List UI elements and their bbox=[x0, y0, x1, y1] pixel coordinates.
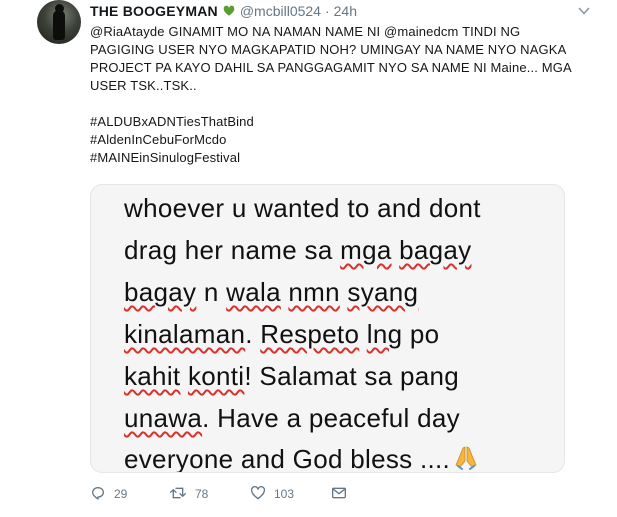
media-text-line: whoever u wanted to and dont bbox=[124, 193, 481, 224]
avatar[interactable] bbox=[37, 0, 81, 44]
user-handle[interactable]: @mcbill0524 bbox=[240, 3, 321, 19]
separator-dot: · bbox=[324, 3, 330, 19]
media-text-line: drag her name sa mga bagay bbox=[124, 235, 471, 266]
timestamp[interactable]: 24h bbox=[334, 3, 357, 19]
tweet-text: @RiaAtayde GINAMIT MO NA NAMAN NAME NI @… bbox=[90, 23, 590, 167]
display-name[interactable]: THE BOOGEYMAN bbox=[90, 3, 218, 19]
media-text-segment: ! Salamat sa pang bbox=[244, 361, 460, 391]
misspelled-word: wala bbox=[226, 277, 281, 307]
media-text-segment: drag her name sa bbox=[124, 235, 341, 265]
misspelled-word: bagay bbox=[399, 235, 472, 265]
reply-count: 29 bbox=[114, 487, 128, 501]
retweet-button[interactable]: 78 bbox=[169, 485, 208, 504]
misspelled-word: lng bbox=[366, 319, 403, 349]
media-text-line: kahit konti! Salamat sa pang bbox=[124, 361, 459, 392]
misspelled-word: konti bbox=[187, 361, 245, 391]
tweet-text-line: PROJECT PA KAYO DAHIL SA PANGGAGAMIT NYO… bbox=[90, 60, 572, 75]
media-text-segment: whoever u wanted to and dont bbox=[124, 193, 481, 223]
misspelled-word: mga bbox=[340, 235, 392, 265]
tweet-text-line: USER TSK..TSK.. bbox=[90, 78, 197, 93]
media-text-segment: . bbox=[245, 319, 261, 349]
tweet: THE BOOGEYMAN @mcbill0524 · 24h @RiaAtay… bbox=[0, 0, 617, 517]
media-text-segment bbox=[392, 235, 400, 265]
green-heart-icon bbox=[223, 5, 235, 17]
hashtag-link[interactable]: #AldenInCebuForMcdo bbox=[90, 131, 590, 149]
media-text-segment: everyone and God bless .... bbox=[124, 444, 451, 473]
heart-icon bbox=[250, 485, 266, 504]
retweet-count: 78 bbox=[195, 487, 209, 501]
tweet-text-line: PAGIGING USER NYO MAGKAPATID NOH? UMINGA… bbox=[90, 42, 567, 57]
retweet-icon bbox=[169, 485, 187, 504]
hashtag-link[interactable]: #ALDUBxADNTiesThatBind bbox=[90, 113, 590, 131]
media-text-line: bagay n wala nmn syang bbox=[124, 277, 418, 308]
chevron-down-icon[interactable] bbox=[577, 4, 591, 18]
avatar-figure-body bbox=[53, 10, 65, 40]
media-text-line: kinalaman. Respeto lng po bbox=[124, 319, 439, 350]
direct-message-button[interactable] bbox=[331, 485, 347, 504]
misspelled-word: kinalaman bbox=[124, 319, 246, 349]
reply-button[interactable]: 29 bbox=[90, 485, 127, 504]
media-text-line: everyone and God bless .... bbox=[124, 443, 480, 473]
misspelled-word: unawa bbox=[124, 403, 203, 433]
tweet-media-image[interactable]: whoever u wanted to and dont drag her nam… bbox=[90, 184, 565, 473]
media-text-segment: po bbox=[402, 319, 440, 349]
misspelled-word: Respeto bbox=[260, 319, 360, 349]
praying-hands-icon bbox=[452, 443, 480, 472]
like-button[interactable]: 103 bbox=[250, 485, 294, 504]
misspelled-word: bagay bbox=[124, 277, 197, 307]
media-text-segment bbox=[359, 319, 367, 349]
media-text-segment: n bbox=[196, 277, 227, 307]
misspelled-word: nmn bbox=[288, 277, 340, 307]
reply-icon bbox=[90, 485, 106, 504]
tweet-header: THE BOOGEYMAN @mcbill0524 · 24h bbox=[90, 2, 357, 20]
media-text-line: unawa. Have a peaceful day bbox=[124, 403, 460, 434]
hashtag-link[interactable]: #MAINEinSinulogFestival bbox=[90, 149, 590, 167]
media-text-segment: . Have a peaceful day bbox=[202, 403, 460, 433]
misspelled-word: kahit bbox=[124, 361, 181, 391]
misspelled-word: syang bbox=[347, 277, 419, 307]
media-text-segment bbox=[180, 361, 188, 391]
tweet-text-line: @RiaAtayde GINAMIT MO NA NAMAN NAME NI @… bbox=[90, 24, 521, 39]
envelope-icon bbox=[331, 485, 347, 504]
like-count: 103 bbox=[274, 487, 295, 501]
